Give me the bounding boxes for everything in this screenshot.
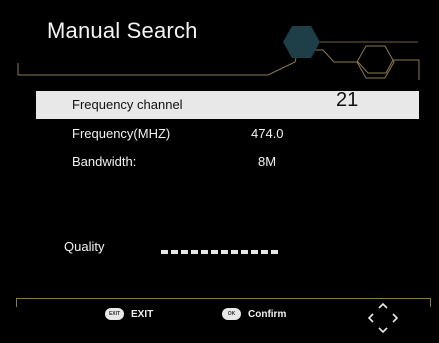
- row-value: 8M: [258, 154, 277, 169]
- row-label: Frequency(MHZ): [72, 126, 171, 141]
- quality-label: Quality: [64, 239, 105, 254]
- row-value: 21: [336, 89, 359, 111]
- header-decoration: [17, 26, 420, 80]
- quality-meter: [161, 250, 278, 254]
- footer-divider-left: [16, 299, 17, 307]
- row-label: Frequency channel: [72, 97, 183, 112]
- ok-key-icon: OK: [222, 308, 241, 320]
- confirm-label: Confirm: [248, 308, 287, 320]
- exit-label: EXIT: [131, 308, 154, 320]
- row-bandwidth[interactable]: Bandwidth: 8M: [36, 148, 419, 176]
- row-value: 474.0: [251, 126, 284, 141]
- footer-divider: [16, 298, 431, 299]
- footer-divider-right: [430, 299, 431, 307]
- row-label: Bandwidth:: [72, 154, 137, 169]
- manual-search-screen: Manual Search Frequency channel 21 Frequ…: [0, 0, 439, 343]
- page-title: Manual Search: [47, 18, 198, 43]
- confirm-button[interactable]: OK Confirm: [222, 308, 286, 320]
- exit-key-icon: EXIT: [105, 308, 124, 320]
- hex-decoration: [283, 26, 320, 58]
- row-frequency-channel[interactable]: Frequency channel 21: [36, 89, 419, 119]
- row-frequency-mhz[interactable]: Frequency(MHZ) 474.0: [36, 120, 419, 148]
- exit-button[interactable]: EXIT EXIT: [105, 308, 153, 320]
- navigation-arrows-icon[interactable]: [365, 300, 401, 336]
